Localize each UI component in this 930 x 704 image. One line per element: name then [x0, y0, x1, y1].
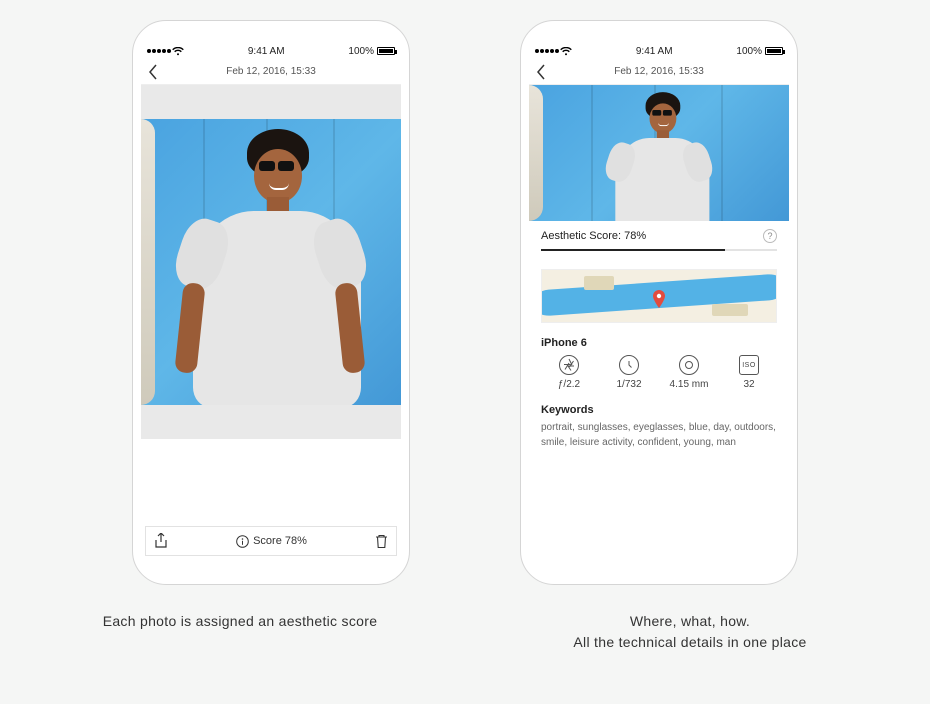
photo-container	[141, 85, 401, 439]
nav-title: Feb 12, 2016, 15:33	[529, 66, 789, 77]
exif-aperture: ƒ/2.2	[543, 355, 595, 390]
battery-icon	[377, 47, 395, 55]
exif-focal: 4.15 mm	[663, 355, 715, 390]
chevron-left-icon	[535, 63, 547, 81]
battery-indicator: 100%	[736, 46, 783, 57]
nav-bar: Feb 12, 2016, 15:33	[141, 59, 401, 85]
score-label: Score 78%	[253, 535, 307, 547]
phone-left: 9:41 AM 100% Feb 12, 2016, 15:33	[132, 20, 410, 585]
aesthetic-score-label: Aesthetic Score: 78%	[541, 230, 646, 242]
status-bar: 9:41 AM 100%	[141, 43, 401, 59]
exif-row: ƒ/2.2 1/732 4.15 mm ISO 32	[529, 351, 789, 398]
signal-dots-icon	[535, 47, 572, 56]
chevron-left-icon	[147, 63, 159, 81]
status-time: 9:41 AM	[636, 46, 673, 57]
keywords-body: portrait, sunglasses, eyeglasses, blue, …	[529, 420, 789, 460]
photo-small[interactable]	[529, 85, 789, 221]
caption-right-line2: All the technical details in one place	[500, 632, 880, 653]
signal-dots-icon	[147, 47, 184, 56]
exif-focal-value: 4.15 mm	[670, 379, 709, 390]
status-time: 9:41 AM	[248, 46, 285, 57]
battery-text: 100%	[348, 46, 374, 57]
exif-shutter-value: 1/732	[616, 379, 641, 390]
battery-icon	[765, 47, 783, 55]
battery-text: 100%	[736, 46, 762, 57]
photo[interactable]	[141, 119, 401, 405]
exif-aperture-value: ƒ/2.2	[558, 379, 580, 390]
iso-icon: ISO	[739, 355, 759, 375]
nav-bar: Feb 12, 2016, 15:33	[529, 59, 789, 85]
delete-button[interactable]	[375, 534, 388, 549]
focal-icon	[679, 355, 699, 375]
help-button[interactable]: ?	[763, 229, 777, 243]
aperture-icon	[559, 355, 579, 375]
score-display[interactable]: Score 78%	[236, 535, 307, 548]
exif-iso-value: 32	[743, 379, 754, 390]
caption-right: Where, what, how. All the technical deta…	[500, 611, 880, 653]
shutter-icon	[619, 355, 639, 375]
wifi-icon	[560, 47, 572, 56]
exif-shutter: 1/732	[603, 355, 655, 390]
captions-row: Each photo is assigned an aesthetic scor…	[0, 611, 930, 653]
status-bar: 9:41 AM 100%	[529, 43, 789, 59]
phone-right: 9:41 AM 100% Feb 12, 2016, 15:33	[520, 20, 798, 585]
device-name: iPhone 6	[529, 333, 789, 351]
share-button[interactable]	[154, 533, 168, 549]
caption-right-line1: Where, what, how.	[500, 611, 880, 632]
trash-icon	[375, 534, 388, 549]
map-preview[interactable]	[541, 269, 777, 323]
exif-iso: ISO 32	[723, 355, 775, 390]
battery-indicator: 100%	[348, 46, 395, 57]
keywords-title: Keywords	[529, 398, 789, 420]
back-button[interactable]	[147, 63, 159, 81]
info-icon	[236, 535, 249, 548]
wifi-icon	[172, 47, 184, 56]
share-icon	[154, 533, 168, 549]
screen-right: 9:41 AM 100% Feb 12, 2016, 15:33	[529, 43, 789, 562]
caption-left: Each photo is assigned an aesthetic scor…	[50, 611, 430, 653]
score-progress	[541, 249, 777, 251]
map-pin-icon	[652, 290, 666, 310]
nav-title: Feb 12, 2016, 15:33	[141, 66, 401, 77]
screen-left: 9:41 AM 100% Feb 12, 2016, 15:33	[141, 43, 401, 562]
bottom-toolbar: Score 78%	[145, 526, 397, 556]
score-section: Aesthetic Score: 78% ?	[529, 221, 789, 259]
back-button[interactable]	[535, 63, 547, 81]
